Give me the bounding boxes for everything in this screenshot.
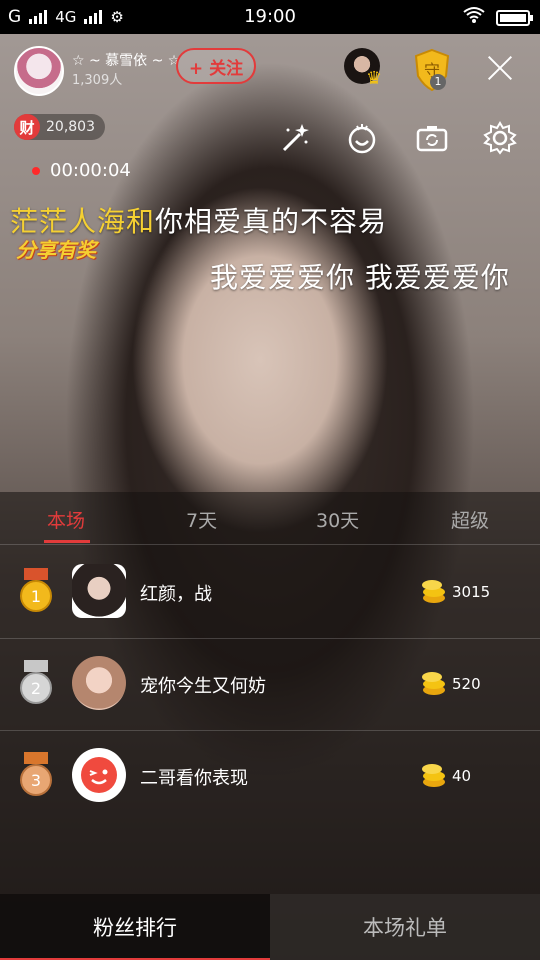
tab-this-session[interactable]: 本场 — [47, 506, 85, 533]
fan-score: 3015 — [452, 583, 491, 601]
coin-stack-icon — [422, 764, 445, 787]
beauty-face-icon[interactable] — [342, 118, 382, 158]
gold-medal-icon: 1 — [20, 568, 52, 612]
follow-button[interactable]: + 关注 — [176, 48, 256, 84]
crown-icon: ♛ — [366, 68, 383, 89]
avatar[interactable] — [72, 656, 126, 710]
coin-stack-icon — [422, 672, 445, 695]
bronze-medal-icon: 3 — [20, 752, 52, 796]
share-reward-badge[interactable]: 分享有奖 — [16, 234, 96, 263]
tab-7-days[interactable]: 7天 — [186, 506, 217, 533]
fan-name: 二哥看你表现 — [140, 768, 248, 789]
host-name: ☆ ~ 慕雪依 ~ ☆ — [72, 53, 181, 69]
recording-time: 00:00:04 — [50, 160, 131, 181]
fan-score: 520 — [452, 675, 481, 693]
ranking-row[interactable]: 2 宠你今生又何妨 520 — [0, 638, 540, 730]
host-info[interactable]: ☆ ~ 慕雪依 ~ ☆ 1,309人 — [14, 46, 180, 96]
svg-text:3: 3 — [31, 771, 41, 790]
svg-text:2: 2 — [31, 679, 41, 698]
active-tab-indicator — [44, 540, 90, 543]
recording-dot-icon — [32, 166, 40, 175]
status-bar: G 4G ⚙ 19:00 — [0, 0, 540, 34]
lyric-rest: 你相爱真的不容易 — [155, 205, 388, 238]
viewer-count: 1,309人 — [72, 73, 123, 88]
close-icon[interactable] — [486, 54, 514, 82]
svg-text:1: 1 — [31, 587, 41, 606]
lyric-line-2: 我爱爱爱你 我爱爱爱你 — [210, 261, 510, 294]
divider — [0, 544, 540, 545]
magic-wand-icon[interactable] — [274, 118, 314, 158]
wealth-value: 20,803 — [46, 119, 95, 135]
recording-timer: 00:00:04 — [32, 160, 131, 181]
fan-score: 40 — [452, 767, 472, 785]
ranking-row[interactable]: 1 红颜，战 3015 — [0, 546, 540, 638]
silver-medal-icon: 2 — [20, 660, 52, 704]
tab-fan-ranking[interactable]: 粉丝排行 — [0, 894, 270, 960]
camera-switch-icon[interactable] — [412, 118, 452, 158]
coin-stack-icon — [422, 580, 445, 603]
wifi-icon — [462, 6, 486, 29]
avatar[interactable] — [72, 564, 126, 618]
host-avatar[interactable] — [14, 46, 64, 96]
wealth-badge[interactable]: 财 20,803 — [14, 114, 105, 140]
wealth-icon: 财 — [14, 114, 40, 140]
clock: 19:00 — [244, 6, 296, 27]
avatar[interactable] — [72, 748, 126, 802]
settings-gear-icon[interactable] — [480, 118, 520, 158]
wink-face-icon — [81, 757, 117, 793]
ranking-tabs: 本场 7天 30天 超级 — [0, 492, 540, 544]
guardian-count-badge: 1 — [430, 74, 446, 90]
tab-super[interactable]: 超级 — [451, 506, 489, 533]
tab-30-days[interactable]: 30天 — [316, 506, 359, 533]
ranking-row[interactable]: 3 二哥看你表现 40 — [0, 730, 540, 822]
fan-ranking-panel: 本场 7天 30天 超级 1 红颜，战 3015 2 宠你今生又何妨 520 3 — [0, 492, 540, 960]
battery-icon — [496, 9, 533, 26]
fan-name: 宠你今生又何妨 — [140, 676, 266, 697]
bottom-tabs: 粉丝排行 本场礼单 — [0, 894, 540, 960]
tab-gift-list[interactable]: 本场礼单 — [270, 894, 540, 960]
fan-name: 红颜，战 — [140, 584, 212, 605]
